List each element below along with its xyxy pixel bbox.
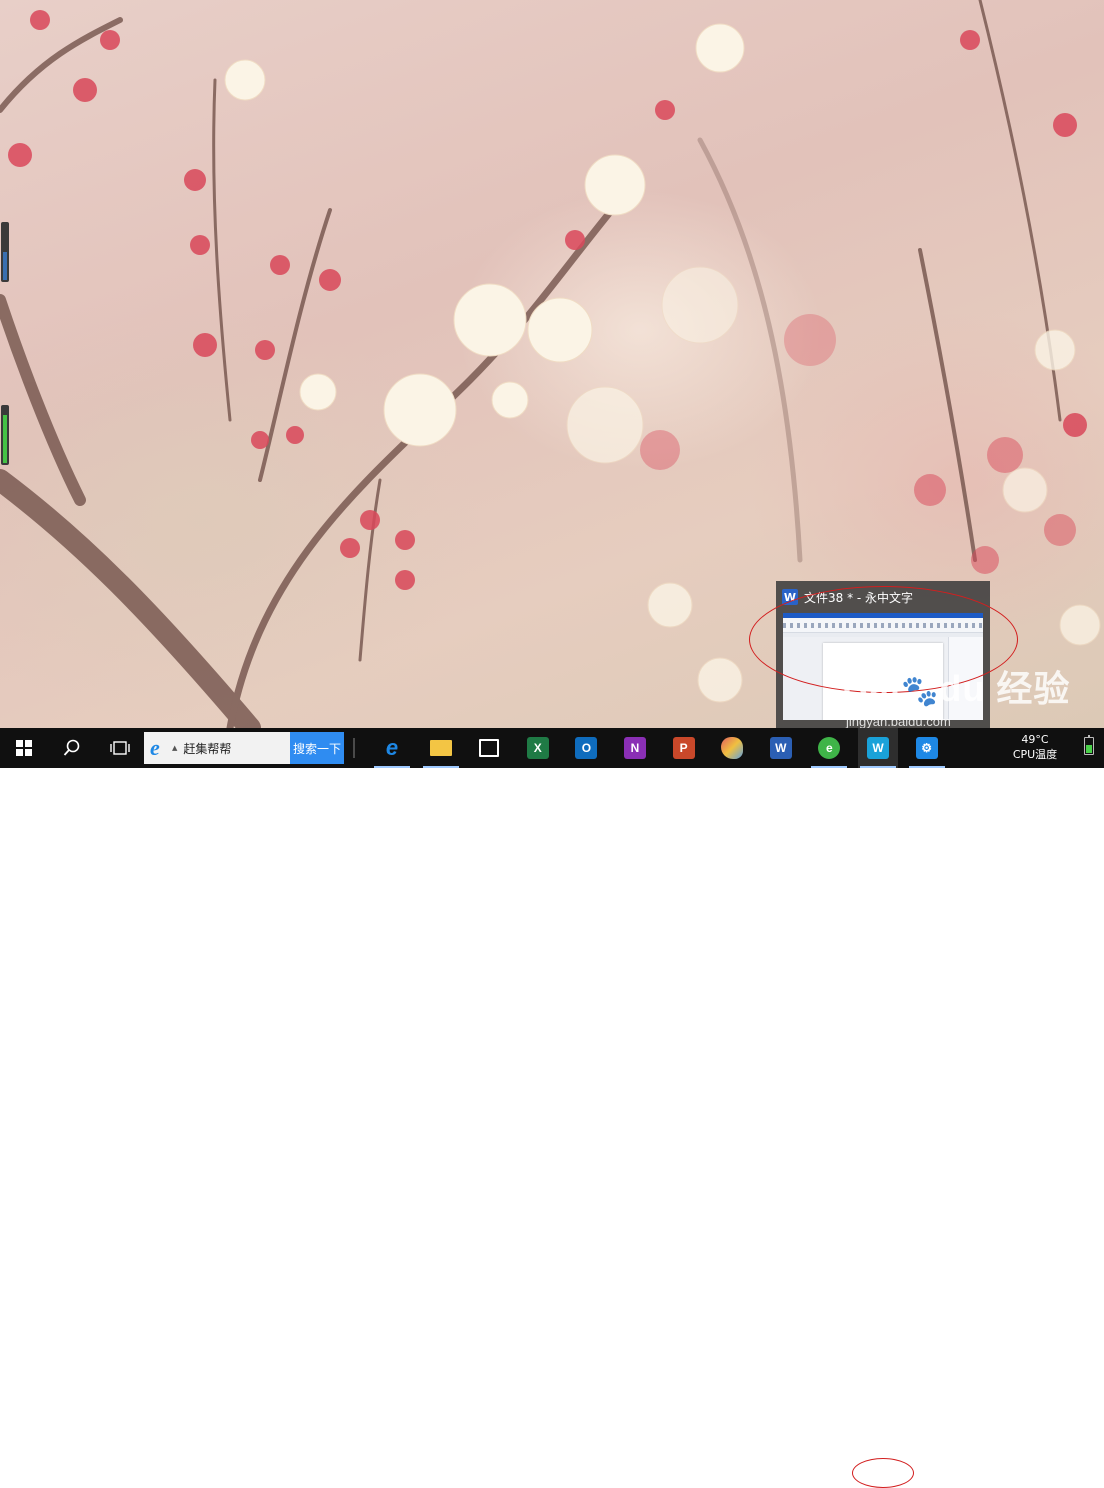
sidebar-gadget-meter <box>1 222 9 282</box>
excel-icon: X <box>526 737 549 759</box>
annotation-ellipse-taskbar <box>852 1458 914 1488</box>
taskbar-app-yozo-writer[interactable]: W <box>858 728 898 768</box>
edge-icon: e <box>385 735 399 760</box>
search-submit-button[interactable]: 搜索一下 <box>290 732 344 764</box>
gear-icon: ⚙ <box>915 737 938 759</box>
web-search-box[interactable]: e ▲ 赶集帮帮 <box>144 732 290 764</box>
search-dropdown-icon[interactable]: ▲ <box>172 744 177 752</box>
search-input-value[interactable]: 赶集帮帮 <box>183 740 231 757</box>
taskbar-app-settings[interactable]: ⚙ <box>907 728 947 768</box>
start-button[interactable] <box>4 728 44 768</box>
taskbar-separator <box>353 738 355 758</box>
baidu-watermark: Bai🐾du 经验 jingyan.baidu.com <box>842 660 1070 729</box>
palette-icon <box>721 737 744 759</box>
taskbar: e ▲ 赶集帮帮 搜索一下 e X O N P We W ⚙ <box>0 728 1104 1488</box>
taskbar-app-edge[interactable]: e <box>372 728 412 768</box>
cpu-temp-label: CPU温度 <box>1012 748 1058 761</box>
battery-icon[interactable] <box>1084 735 1094 755</box>
taskbar-app-paint[interactable] <box>712 728 752 768</box>
svg-text:e: e <box>150 738 160 758</box>
folder-icon <box>429 740 452 756</box>
yozo-writer-icon: W <box>867 737 889 759</box>
cpu-temp-value: 49°C <box>1021 733 1049 746</box>
taskbar-app-file-explorer[interactable] <box>421 728 461 768</box>
taskbar-app-powerpoint[interactable]: P <box>664 728 704 768</box>
outlook-icon: O <box>575 737 598 759</box>
word-icon: W <box>769 737 792 759</box>
search-icon <box>63 739 80 756</box>
task-view-icon <box>110 741 130 755</box>
search-button[interactable] <box>52 728 92 768</box>
taskbar-app-outlook[interactable]: O <box>566 728 606 768</box>
powerpoint-icon: P <box>672 737 695 759</box>
cpu-temperature[interactable]: 49°C CPU温度 <box>1006 732 1064 762</box>
sidebar-gadget-meter <box>1 405 9 465</box>
ie-icon: e <box>150 738 160 758</box>
watermark-logo: Bai🐾du 经验 <box>842 668 1071 709</box>
task-view-button[interactable] <box>100 728 140 768</box>
store-icon <box>479 739 500 757</box>
watermark-url: jingyan.baidu.com <box>846 714 951 729</box>
taskbar-app-browser-360[interactable]: e <box>809 728 849 768</box>
windows-logo-icon <box>16 740 32 756</box>
onenote-icon: N <box>624 737 646 759</box>
taskbar-app-onenote[interactable]: N <box>615 728 655 768</box>
taskbar-app-store[interactable] <box>469 728 509 768</box>
taskbar-app-word[interactable]: W <box>761 728 801 768</box>
taskbar-app-excel[interactable]: X <box>518 728 558 768</box>
browser-360-icon: e <box>818 737 841 759</box>
